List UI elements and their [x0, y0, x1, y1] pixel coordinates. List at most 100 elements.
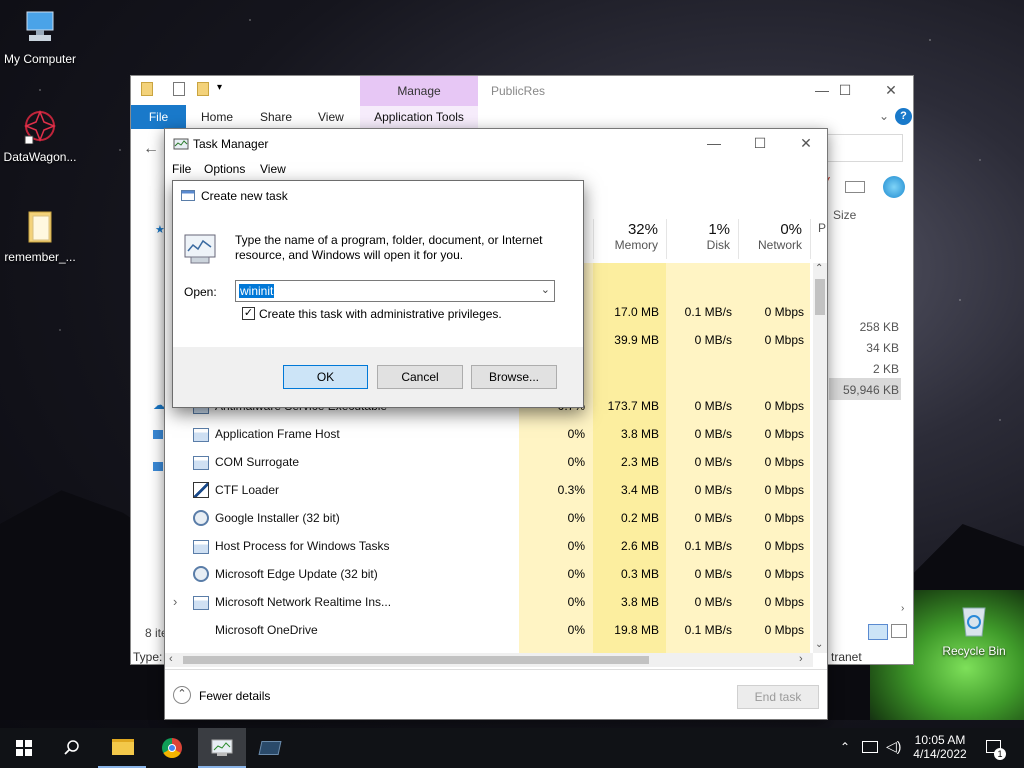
tm-close-button[interactable]: ✕: [783, 129, 829, 157]
scroll-right-icon[interactable]: ›: [799, 653, 803, 665]
back-arrow-icon[interactable]: ←: [143, 140, 159, 158]
column-label: Disk: [706, 238, 730, 252]
cell-memory: 3.8 MB: [620, 427, 659, 441]
end-task-button[interactable]: End task: [737, 685, 819, 709]
scroll-up-icon[interactable]: ⌃: [815, 263, 823, 274]
tab-file[interactable]: File: [131, 105, 186, 129]
column-header-disk[interactable]: 1% Disk: [666, 219, 738, 259]
fewer-details-chevron-icon[interactable]: ⌃: [173, 686, 191, 704]
table-row[interactable]: Application Frame Host 0% 3.8 MB 0 MB/s …: [165, 421, 817, 449]
datawagon-logo-icon: [23, 109, 57, 145]
menu-view[interactable]: View: [260, 162, 286, 176]
taskbar-task-manager[interactable]: [198, 728, 246, 768]
tab-view[interactable]: View: [318, 105, 344, 129]
menu-options[interactable]: Options: [204, 162, 245, 176]
scroll-left-icon[interactable]: ‹: [169, 653, 173, 665]
process-icon: [193, 540, 209, 554]
combobox-chevron-down-icon[interactable]: ⌄: [541, 283, 550, 296]
open-input[interactable]: wininit: [239, 284, 275, 298]
show-hidden-icons-chevron-icon[interactable]: ⌃: [840, 740, 850, 768]
vertical-scrollbar[interactable]: ⌃ ⌄: [813, 263, 827, 653]
large-icons-view-icon[interactable]: [891, 624, 907, 638]
column-percent: 1%: [708, 221, 730, 238]
table-row[interactable]: › Microsoft Network Realtime Ins... 0% 3…: [165, 589, 817, 617]
ctf-loader-icon: [193, 482, 209, 498]
tm-minimize-button[interactable]: —: [691, 129, 737, 157]
search-box[interactable]: [827, 134, 903, 162]
table-row[interactable]: COM Surrogate 0% 2.3 MB 0 MB/s 0 Mbps: [165, 449, 817, 477]
task-manager-app-icon: [173, 138, 189, 150]
horizontal-scrollbar[interactable]: ‹ ›: [165, 653, 813, 667]
search-button[interactable]: [48, 728, 96, 768]
cancel-button[interactable]: Cancel: [377, 365, 463, 389]
maximize-button[interactable]: ☐: [822, 76, 868, 104]
vertical-scroll-thumb[interactable]: [815, 279, 825, 315]
action-center-button[interactable]: 1: [982, 728, 1010, 768]
cell-disk: 0 MB/s: [694, 511, 732, 525]
shell-icon[interactable]: [883, 176, 905, 198]
open-combobox[interactable]: wininit ⌄: [235, 280, 555, 302]
volume-icon[interactable]: ◁): [886, 738, 901, 768]
quick-access-folder-icon[interactable]: [141, 82, 153, 96]
column-header-power[interactable]: P: [810, 219, 828, 259]
scroll-down-icon[interactable]: ⌄: [815, 639, 823, 650]
cell-memory: 39.9 MB: [614, 333, 659, 347]
column-header-memory[interactable]: 32% Memory: [593, 219, 666, 259]
properties-icon[interactable]: [173, 82, 185, 96]
ribbon-expand-icon[interactable]: ⌄: [879, 109, 889, 123]
column-label: Memory: [614, 238, 658, 252]
table-row[interactable]: Host Process for Windows Tasks 0% 2.6 MB…: [165, 533, 817, 561]
table-row[interactable]: Microsoft OneDrive 0% 19.8 MB 0.1 MB/s 0…: [165, 617, 817, 645]
close-button[interactable]: ✕: [868, 76, 914, 104]
details-view-icon[interactable]: [868, 624, 888, 640]
horizontal-scroll-thumb[interactable]: [183, 656, 649, 664]
desktop-icon-remember[interactable]: remember_...: [0, 208, 80, 264]
desktop-icon-my-computer[interactable]: My Computer: [0, 10, 80, 66]
cell-disk: 0 MB/s: [694, 567, 732, 581]
taskbar-chrome[interactable]: [148, 728, 196, 768]
column-header-size[interactable]: Size: [833, 208, 856, 222]
cell-cpu: 0.3%: [557, 483, 585, 497]
process-icon: [193, 456, 209, 470]
table-row[interactable]: CTF Loader 0.3% 3.4 MB 0 MB/s 0 Mbps: [165, 477, 817, 505]
desktop-icon-label: Recycle Bin: [942, 644, 1006, 658]
customize-toolbar-icon[interactable]: ▾: [217, 82, 222, 93]
tab-share[interactable]: Share: [260, 105, 292, 129]
help-icon[interactable]: ?: [895, 108, 912, 125]
menu-file[interactable]: File: [172, 162, 191, 176]
tab-home[interactable]: Home: [201, 105, 233, 129]
fewer-details-link[interactable]: Fewer details: [199, 689, 270, 703]
tm-maximize-button[interactable]: ☐: [737, 129, 783, 157]
taskbar-app[interactable]: [246, 728, 294, 768]
tab-application-tools[interactable]: Application Tools: [360, 106, 478, 128]
browse-button[interactable]: Browse...: [471, 365, 557, 389]
chrome-icon-center: [168, 744, 176, 752]
cell-cpu: 0%: [567, 455, 585, 469]
scroll-right-icon[interactable]: ›: [901, 603, 904, 614]
taskbar-file-explorer[interactable]: [98, 728, 146, 768]
admin-checkbox[interactable]: ✓: [242, 307, 255, 320]
ok-button[interactable]: OK: [283, 365, 368, 389]
desktop-icon-datawagon[interactable]: DataWagon...: [0, 108, 80, 164]
dialog-title: Create new task: [201, 189, 288, 203]
edge-update-icon: [193, 566, 209, 582]
desktop-icon-recycle-bin[interactable]: Recycle Bin: [934, 602, 1014, 658]
table-row[interactable]: Microsoft Edge Update (32 bit) 0% 0.3 MB…: [165, 561, 817, 589]
start-button[interactable]: [0, 728, 48, 768]
admin-checkbox-label[interactable]: Create this task with administrative pri…: [259, 307, 502, 321]
cell-cpu: 0%: [567, 595, 585, 609]
cell-disk: 0.1 MB/s: [684, 305, 732, 319]
desktop-icon-label: DataWagon...: [3, 150, 77, 164]
column-header-network[interactable]: 0% Network: [738, 219, 810, 259]
table-row[interactable]: Google Installer (32 bit) 0% 0.2 MB 0 MB…: [165, 505, 817, 533]
cell-memory: 0.2 MB: [620, 511, 659, 525]
manage-contextual-tab[interactable]: Manage Application Tools: [360, 76, 478, 128]
cell-cpu: 0%: [567, 539, 585, 553]
process-icon: [193, 428, 209, 442]
rename-icon[interactable]: [845, 181, 865, 193]
clock[interactable]: 10:05 AM 4/14/2022: [908, 728, 972, 768]
expand-chevron-icon[interactable]: ›: [173, 594, 177, 609]
network-icon[interactable]: [862, 741, 878, 753]
cell-disk: 0.1 MB/s: [684, 539, 732, 553]
new-folder-icon[interactable]: [197, 82, 209, 96]
